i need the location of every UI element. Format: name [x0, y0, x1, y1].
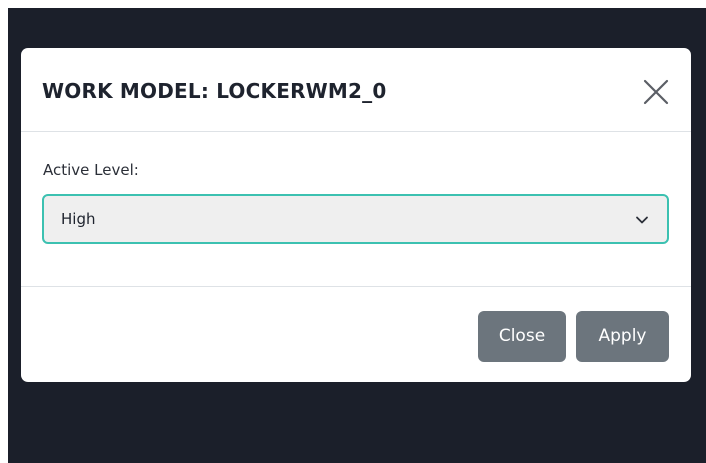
- modal-body: Active Level: High: [21, 132, 691, 287]
- apply-button[interactable]: Apply: [576, 311, 669, 362]
- work-model-dialog: WORK MODEL: LOCKERWM2_0 Active Level: Hi…: [21, 48, 691, 382]
- modal-title: WORK MODEL: LOCKERWM2_0: [42, 79, 387, 103]
- close-icon[interactable]: [641, 77, 671, 107]
- modal-header: WORK MODEL: LOCKERWM2_0: [21, 48, 691, 132]
- active-level-value: High: [61, 210, 96, 228]
- active-level-label: Active Level:: [43, 161, 139, 179]
- close-button[interactable]: Close: [478, 311, 566, 362]
- active-level-select[interactable]: High: [42, 194, 669, 244]
- chevron-down-icon: [636, 216, 648, 224]
- modal-footer: Close Apply: [21, 287, 691, 382]
